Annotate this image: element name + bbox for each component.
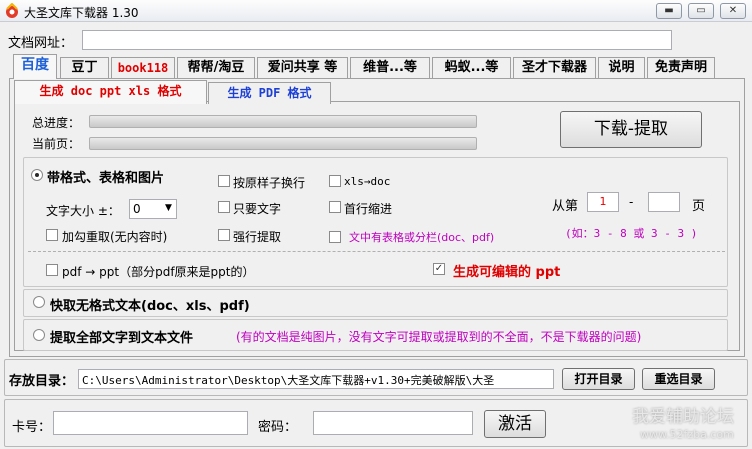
radio-extract-all-text-label: 提取全部文字到文本文件 — [50, 331, 194, 346]
tab-weipu[interactable]: 维普...等 — [350, 57, 430, 78]
download-extract-button[interactable]: 下载-提取 — [560, 111, 702, 148]
maximize-button[interactable]: ▭ — [688, 3, 714, 19]
editable-ppt-label: 生成可编辑的 ppt — [453, 265, 561, 280]
checkbox-force-extract[interactable] — [218, 229, 230, 241]
card-number-label: 卡号： — [12, 420, 52, 435]
watermark-title: 我爱辅助论坛 — [632, 407, 734, 427]
tab-baidu[interactable]: 百度 — [13, 54, 57, 79]
font-size-select[interactable]: 0 ▼ — [129, 199, 177, 219]
checkbox-editable-ppt[interactable]: ✓ — [433, 263, 445, 275]
total-progress-bar — [89, 115, 477, 128]
subtab-doc-ppt-xls[interactable]: 生成 doc ppt xls 格式 — [14, 80, 207, 104]
page-unit-label: 页 — [692, 199, 706, 214]
close-button[interactable]: ✕ — [720, 3, 746, 19]
app-logo-icon — [6, 3, 18, 18]
page-to-input[interactable] — [648, 192, 680, 212]
tab-douding[interactable]: 豆丁 — [60, 57, 109, 78]
radio-quick-text-label: 快取无格式文本(doc、xls、pdf) — [50, 299, 250, 314]
save-dir-path: C:\Users\Administrator\Desktop\大圣文库下载器+v… — [82, 374, 495, 387]
checkbox-recheck[interactable] — [46, 229, 58, 241]
chevron-down-icon: ▼ — [165, 203, 172, 213]
force-extract-label: 强行提取 — [233, 230, 282, 244]
radio-with-format[interactable] — [31, 169, 43, 181]
checkbox-xls-doc[interactable] — [329, 175, 341, 187]
url-input[interactable] — [82, 30, 672, 50]
tab-shengcai[interactable]: 圣才下载器 — [513, 57, 596, 78]
card-number-input[interactable] — [53, 411, 248, 435]
keep-linebreak-label: 按原样子换行 — [233, 176, 306, 190]
radio-quick-text[interactable] — [33, 296, 45, 308]
radio-extract-all-text[interactable] — [33, 329, 45, 341]
font-size-label: 文字大小 ±： — [46, 204, 120, 218]
checkbox-first-indent[interactable] — [329, 201, 341, 213]
save-dir-label: 存放目录： — [9, 374, 75, 389]
radio-with-format-label: 带格式、表格和图片 — [47, 171, 165, 186]
xls-doc-label: xls→doc — [344, 175, 391, 188]
tab-book118[interactable]: book118 — [111, 57, 175, 78]
extract-all-text-note: (有的文档是纯图片，没有文字可提取或提取到的不全面，不是下载器的问题) — [236, 330, 642, 344]
divider — [28, 251, 725, 252]
font-size-value: 0 — [133, 202, 141, 216]
subtab-pdf[interactable]: 生成 PDF 格式 — [208, 82, 331, 104]
page-range-hint: (如：3 - 8 或 3 - 3 ) — [565, 227, 698, 240]
table-columns-label: 文中有表格或分栏(doc、pdf) — [349, 231, 495, 244]
page-from-input[interactable]: 1 — [587, 192, 619, 212]
minimize-button[interactable]: ▬ — [656, 3, 682, 19]
checkbox-pdf-to-ppt[interactable] — [46, 264, 58, 276]
save-dir-input[interactable]: C:\Users\Administrator\Desktop\大圣文库下载器+v… — [78, 369, 554, 389]
tab-aiwen[interactable]: 爱问共享 等 — [257, 57, 348, 78]
password-input[interactable] — [313, 411, 473, 435]
tab-bangbang[interactable]: 帮帮/淘豆 — [177, 57, 255, 78]
text-only-label: 只要文字 — [233, 202, 282, 216]
first-indent-label: 首行缩进 — [344, 202, 393, 216]
recheck-label: 加勾重取(无内容时) — [62, 230, 168, 244]
page-from-value: 1 — [599, 195, 607, 208]
checkbox-table-columns[interactable] — [329, 231, 341, 243]
url-label: 文档网址： — [8, 36, 74, 51]
title-bar: 大圣文库下载器 1.30 ▬ ▭ ✕ — [0, 0, 752, 22]
checkbox-keep-linebreak[interactable] — [218, 175, 230, 187]
checkbox-text-only[interactable] — [218, 201, 230, 213]
password-label: 密码： — [258, 420, 298, 435]
total-progress-label: 总进度： — [32, 116, 81, 130]
pdf-to-ppt-label: pdf → ppt（部分pdf原来是ppt的） — [62, 265, 255, 279]
page-dash: - — [629, 195, 634, 209]
tab-disclaimer[interactable]: 免责声明 — [647, 57, 715, 78]
tab-help[interactable]: 说明 — [598, 57, 645, 78]
activate-button[interactable]: 激活 — [484, 410, 546, 438]
window-title: 大圣文库下载器 1.30 — [24, 6, 139, 20]
page-from-label: 从第 — [552, 199, 579, 214]
watermark-url: www.52fzba.com — [640, 428, 734, 441]
tab-mayi[interactable]: 蚂蚁...等 — [432, 57, 511, 78]
open-dir-button[interactable]: 打开目录 — [562, 368, 635, 390]
current-progress-bar — [89, 137, 477, 150]
current-progress-label: 当前页： — [32, 137, 81, 151]
reselect-dir-button[interactable]: 重选目录 — [642, 368, 715, 390]
